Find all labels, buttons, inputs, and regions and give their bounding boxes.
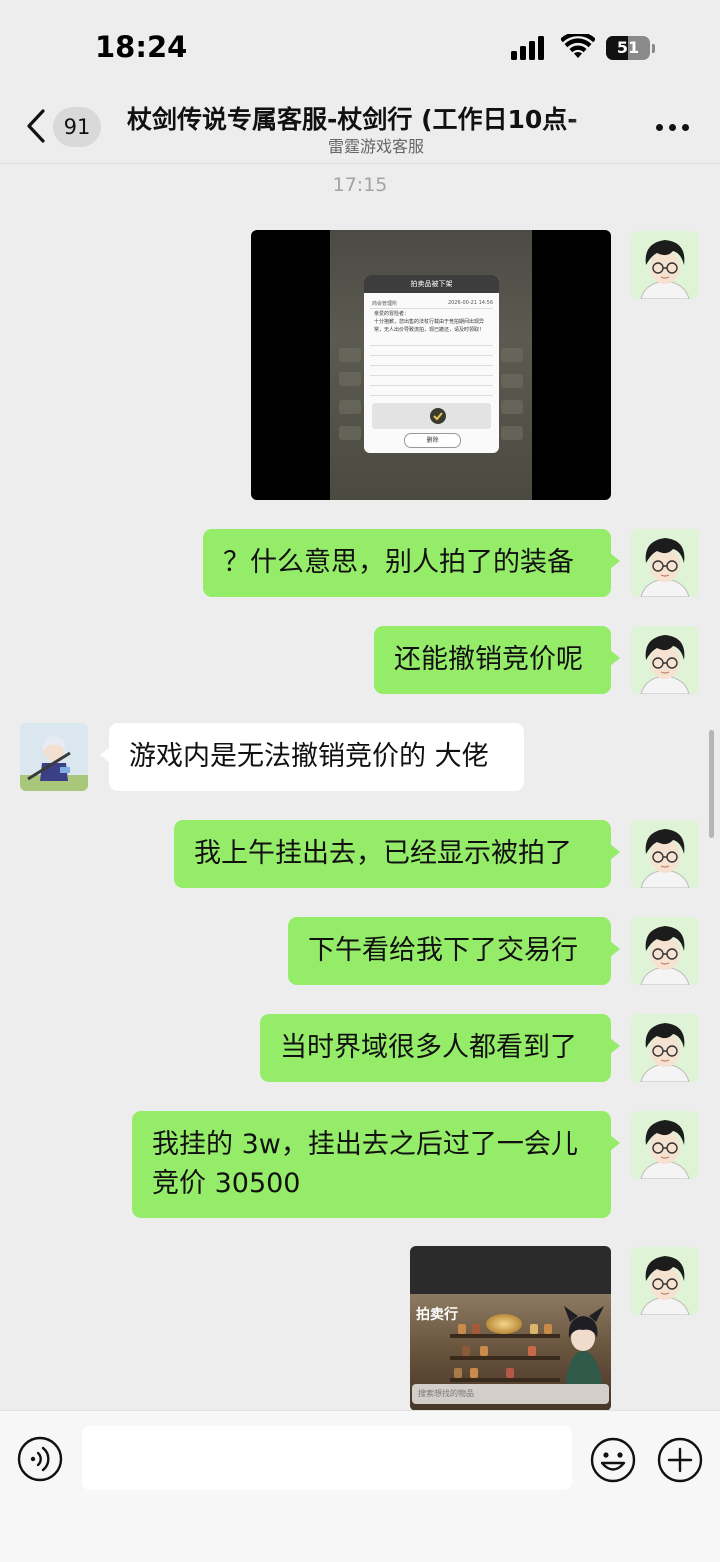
service-avatar[interactable] bbox=[20, 723, 88, 791]
avatar-boy-icon bbox=[631, 1247, 699, 1315]
emoji-icon[interactable] bbox=[589, 1436, 637, 1484]
signal-icon bbox=[511, 36, 544, 60]
avatar-boy-icon bbox=[631, 1111, 699, 1179]
chat-header: 91 杖剑传说专属客服-杖剑行 (工作日10点- 雷霆游戏客服 bbox=[0, 90, 720, 164]
avatar-knight-icon bbox=[20, 723, 88, 791]
auction-dialog-delete-button: 删除 bbox=[404, 433, 461, 448]
auction-dialog-body: 亲爱的冒险者： 十分抱歉，您出售的法杖行载由于竞拍期间出现异常，无人出价导致流拍… bbox=[374, 311, 485, 333]
avatar-boy-icon bbox=[631, 917, 699, 985]
check-badge-icon bbox=[430, 408, 446, 424]
image-message-auction-house[interactable]: 拍卖行 搜索想找的物品 bbox=[410, 1246, 611, 1411]
avatar-boy-icon bbox=[631, 231, 699, 299]
input-bar bbox=[0, 1410, 720, 1562]
status-time: 18:24 bbox=[95, 30, 188, 64]
voice-icon[interactable] bbox=[17, 1436, 63, 1482]
chat-title[interactable]: 杖剑传说专属客服-杖剑行 (工作日10点- bbox=[127, 100, 627, 136]
my-avatar[interactable] bbox=[631, 917, 699, 985]
message-bubble-outgoing[interactable]: 我挂的 3w，挂出去之后过了一会儿竞价 30500 bbox=[132, 1111, 620, 1218]
character-icon bbox=[564, 1306, 604, 1384]
auction-house-title: 拍卖行 bbox=[416, 1307, 458, 1323]
auction-dialog-sender: 商会管理所 bbox=[372, 301, 398, 307]
avatar-boy-icon bbox=[631, 529, 699, 597]
my-avatar[interactable] bbox=[631, 1014, 699, 1082]
auction-dialog-date: 2026-00-21 14:56 bbox=[447, 300, 493, 306]
status-bar: 18:24 51 bbox=[0, 0, 720, 90]
message-bubble-outgoing[interactable]: ？什么意思，别人拍了的装备 bbox=[203, 529, 620, 597]
my-avatar[interactable] bbox=[631, 626, 699, 694]
my-avatar[interactable] bbox=[631, 529, 699, 597]
auction-search-box: 搜索想找的物品 bbox=[412, 1384, 609, 1404]
avatar-boy-icon bbox=[631, 1014, 699, 1082]
my-avatar[interactable] bbox=[631, 1111, 699, 1179]
my-avatar[interactable] bbox=[631, 231, 699, 299]
more-icon[interactable] bbox=[656, 124, 690, 132]
message-bubble-outgoing[interactable]: 下午看给我下了交易行 bbox=[288, 917, 620, 985]
my-avatar[interactable] bbox=[631, 1247, 699, 1315]
wifi-icon bbox=[561, 34, 595, 58]
auction-dialog-title: 拍卖品被下架 bbox=[364, 275, 499, 293]
image-message-auction-notice[interactable]: 拍卖品被下架 商会管理所 2026-00-21 14:56 亲爱的冒险者： 十分… bbox=[251, 230, 611, 500]
message-input[interactable] bbox=[82, 1426, 572, 1490]
my-avatar[interactable] bbox=[631, 820, 699, 888]
chat-subtitle: 雷霆游戏客服 bbox=[327, 137, 424, 156]
message-timestamp: 17:15 bbox=[332, 174, 388, 196]
avatar-boy-icon bbox=[631, 820, 699, 888]
message-bubble-outgoing[interactable]: 我上午挂出去，已经显示被拍了 bbox=[174, 820, 620, 888]
avatar-boy-icon bbox=[631, 626, 699, 694]
battery-level: 51 bbox=[616, 38, 640, 57]
message-bubble-outgoing[interactable]: 当时界域很多人都看到了 bbox=[260, 1014, 620, 1082]
auction-dialog-attachment bbox=[372, 403, 491, 429]
message-bubble-incoming[interactable]: 游戏内是无法撤销竞价的 大佬 bbox=[100, 723, 524, 791]
plus-icon[interactable] bbox=[656, 1436, 704, 1484]
battery-icon: 51 bbox=[606, 36, 655, 60]
chat-scrollbar[interactable] bbox=[709, 730, 714, 838]
message-bubble-outgoing[interactable]: 还能撤销竞价呢 bbox=[374, 626, 620, 694]
auction-dialog: 拍卖品被下架 商会管理所 2026-00-21 14:56 亲爱的冒险者： 十分… bbox=[364, 275, 499, 453]
